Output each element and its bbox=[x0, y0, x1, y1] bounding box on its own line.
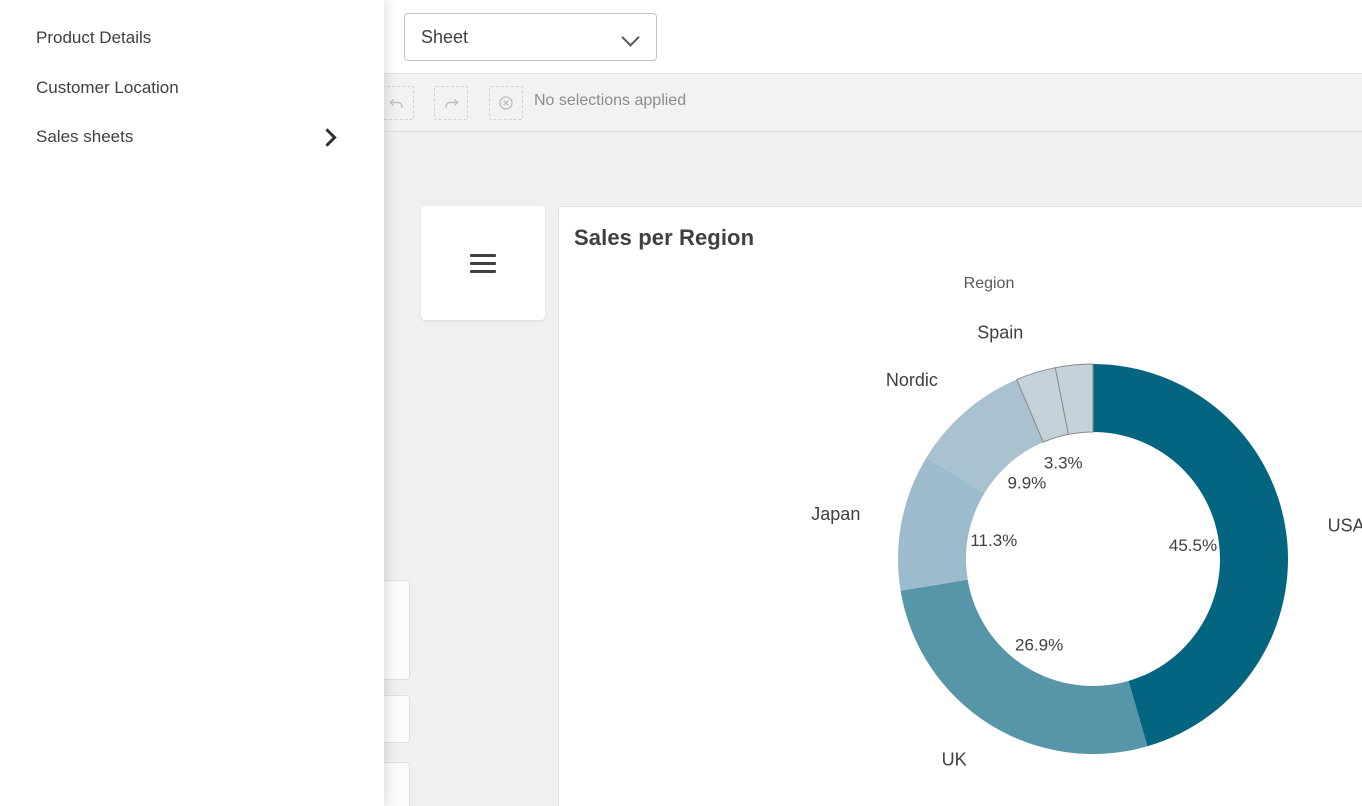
navigation-menu-overlay: Product Details Customer Location Sales … bbox=[0, 0, 384, 806]
menu-item-product-details[interactable]: Product Details bbox=[0, 13, 384, 63]
menu-item-customer-location[interactable]: Customer Location bbox=[0, 63, 384, 113]
menu-item-label: Customer Location bbox=[36, 78, 348, 98]
chart-panel[interactable]: Sales per Region Region 45.5%USA26.9%UK1… bbox=[558, 206, 1362, 806]
app-root: Sheet No selections applied bbox=[0, 0, 1362, 806]
slice-value-label: 3.3% bbox=[1044, 453, 1083, 472]
clear-selections-icon[interactable] bbox=[489, 86, 523, 120]
step-forward-icon[interactable] bbox=[434, 86, 468, 120]
slice-value-label: 11.3% bbox=[970, 531, 1017, 550]
slice-category-label: UK bbox=[942, 750, 967, 770]
sheet-selector-value: Sheet bbox=[421, 27, 622, 48]
slice-category-label: Spain bbox=[977, 322, 1023, 342]
slice-value-label: 45.5% bbox=[1169, 536, 1217, 555]
slice-category-label: Nordic bbox=[886, 370, 938, 390]
chevron-down-icon bbox=[622, 28, 640, 46]
sheet-selector[interactable]: Sheet bbox=[404, 13, 657, 61]
menu-item-label: Sales sheets bbox=[36, 127, 320, 147]
selection-status-text: No selections applied bbox=[534, 92, 686, 110]
step-back-icon[interactable] bbox=[380, 86, 414, 120]
donut-slice[interactable] bbox=[901, 580, 1148, 754]
hamburger-icon bbox=[470, 254, 496, 273]
donut-svg[interactable]: 45.5%USA26.9%UK11.3%Japan9.9%Nordic3.3%S… bbox=[559, 207, 1362, 806]
slice-category-label: USA bbox=[1328, 516, 1362, 536]
menu-item-label: Product Details bbox=[36, 28, 348, 48]
menu-item-sales-sheets[interactable]: Sales sheets bbox=[0, 112, 384, 162]
slice-value-label: 26.9% bbox=[1015, 635, 1063, 654]
slice-category-label: Japan bbox=[811, 504, 860, 524]
chevron-right-icon bbox=[320, 129, 336, 145]
sheet-menu-button[interactable] bbox=[421, 206, 545, 320]
donut-chart[interactable]: 45.5%USA26.9%UK11.3%Japan9.9%Nordic3.3%S… bbox=[559, 207, 1362, 806]
slice-value-label: 9.9% bbox=[1008, 474, 1047, 493]
